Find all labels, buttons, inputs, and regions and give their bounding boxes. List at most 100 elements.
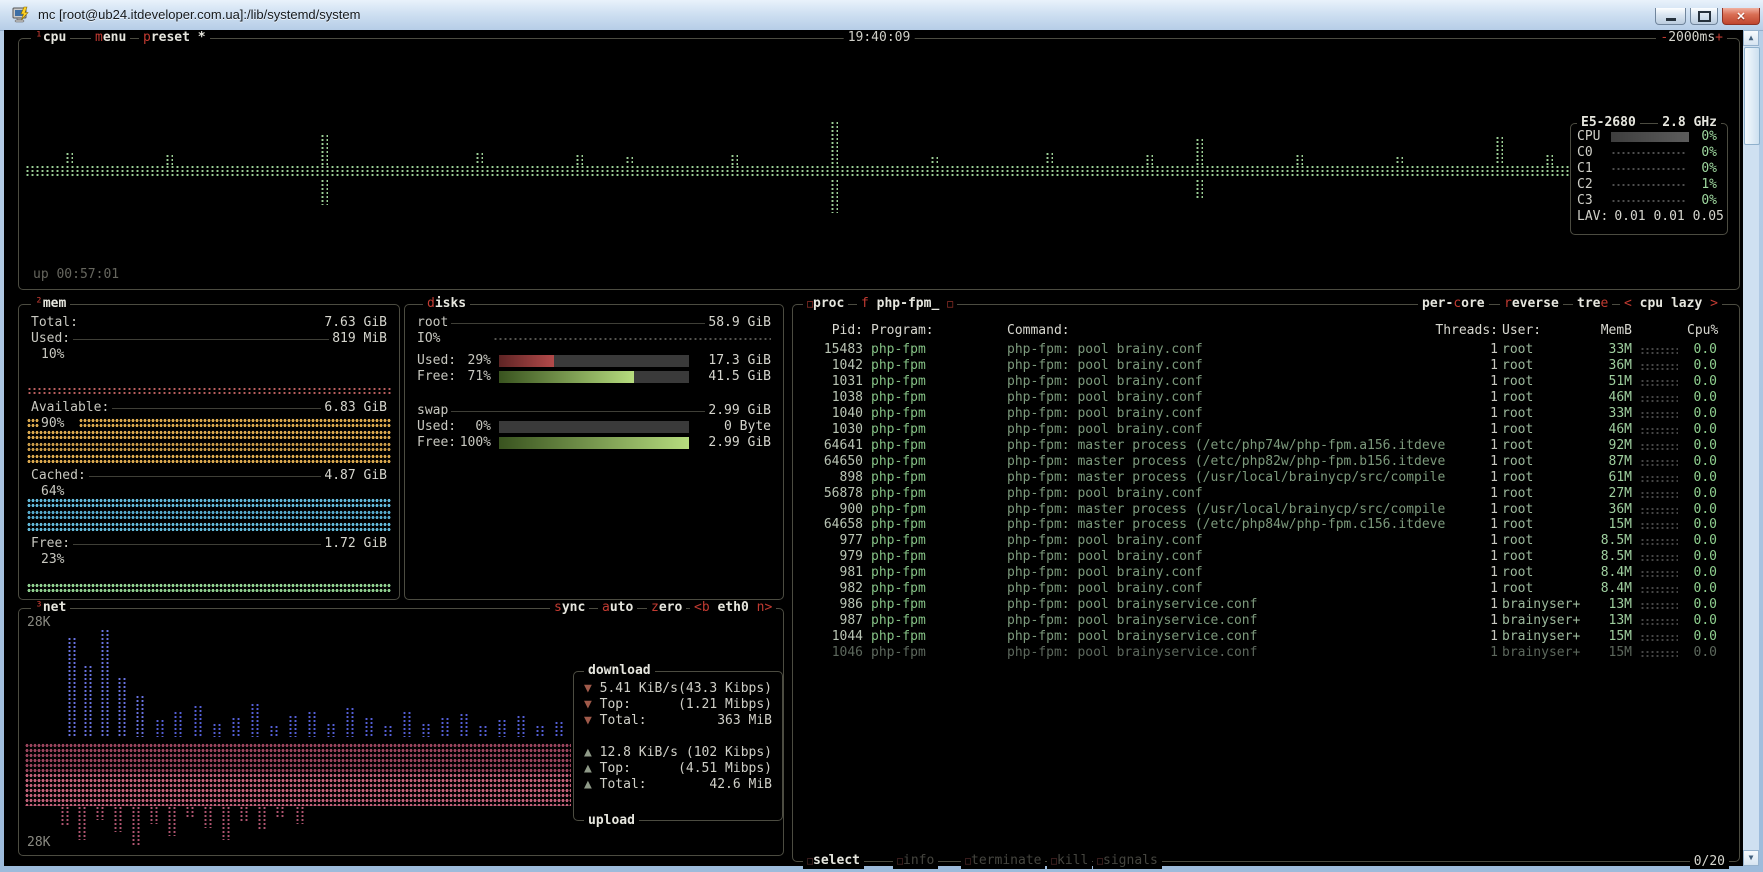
program-cell: php-fpm bbox=[871, 390, 926, 406]
process-row[interactable]: 1031php-fpmphp-fpm: pool brainy.conf1roo… bbox=[793, 374, 1739, 390]
disk-root-io-label: IO% bbox=[417, 331, 459, 347]
per-core-button[interactable]: per-core bbox=[1418, 296, 1489, 311]
interface-next-button[interactable]: n> bbox=[757, 600, 773, 615]
threads-cell: 1 bbox=[1432, 645, 1498, 661]
process-row[interactable]: 987php-fpmphp-fpm: pool brainyservice.co… bbox=[793, 613, 1739, 629]
threads-cell: 1 bbox=[1432, 629, 1498, 645]
upload-speed-row: ▲ 12.8 KiB/s(102 Kibps) bbox=[574, 745, 782, 761]
user-cell: root bbox=[1502, 438, 1533, 454]
filter-clear-icon[interactable]: □ bbox=[947, 299, 953, 310]
process-filter[interactable]: f php-fpm_ □ bbox=[857, 296, 957, 312]
process-row[interactable]: 981php-fpmphp-fpm: pool brainy.conf1root… bbox=[793, 565, 1739, 581]
net-interface-switcher[interactable]: <b eth0 n> bbox=[690, 600, 776, 615]
interval-increase-button[interactable]: + bbox=[1715, 30, 1723, 45]
cpu-mini-graph bbox=[1640, 570, 1678, 577]
net-zero-button[interactable]: zero bbox=[647, 600, 686, 615]
column-command: Command: bbox=[1007, 323, 1070, 339]
program-cell: php-fpm bbox=[871, 438, 926, 454]
cpu-cell: 0.0 bbox=[1687, 470, 1717, 486]
process-row[interactable]: 986php-fpmphp-fpm: pool brainyservice.co… bbox=[793, 597, 1739, 613]
close-button[interactable]: ✕ bbox=[1722, 8, 1760, 25]
process-row[interactable]: 898php-fpmphp-fpm: master process (/usr/… bbox=[793, 470, 1739, 486]
cpu-mini-graph bbox=[1640, 443, 1678, 450]
cpu-cell: 0.0 bbox=[1687, 629, 1717, 645]
tree-button[interactable]: tree bbox=[1573, 296, 1612, 311]
cpu-cell: 0.0 bbox=[1687, 533, 1717, 549]
process-row[interactable]: 1038php-fpmphp-fpm: pool brainy.conf1roo… bbox=[793, 390, 1739, 406]
disk-root-io-graph bbox=[493, 337, 771, 342]
select-button[interactable]: □select bbox=[803, 853, 864, 869]
preset-button[interactable]: preset * bbox=[139, 30, 210, 45]
info-button[interactable]: □info bbox=[893, 853, 938, 869]
process-row[interactable]: 1044php-fpmphp-fpm: pool brainyservice.c… bbox=[793, 629, 1739, 645]
mem-cell: 46M bbox=[1565, 422, 1632, 438]
kill-button[interactable]: □kill bbox=[1047, 853, 1092, 869]
process-row[interactable]: 1042php-fpmphp-fpm: pool brainy.conf1roo… bbox=[793, 358, 1739, 374]
process-row[interactable]: 64641php-fpmphp-fpm: master process (/et… bbox=[793, 438, 1739, 454]
signals-button[interactable]: □signals bbox=[1093, 853, 1162, 869]
program-cell: php-fpm bbox=[871, 629, 926, 645]
pid-cell: 1031 bbox=[801, 374, 863, 390]
process-row[interactable]: 64650php-fpmphp-fpm: master process (/et… bbox=[793, 454, 1739, 470]
process-row[interactable]: 64658php-fpmphp-fpm: master process (/et… bbox=[793, 517, 1739, 533]
threads-cell: 1 bbox=[1432, 454, 1498, 470]
mem-free-label: Free: bbox=[31, 536, 70, 552]
sort-selector[interactable]: < cpu lazy > bbox=[1620, 296, 1722, 311]
net-sync-button[interactable]: sync bbox=[550, 600, 589, 615]
program-cell: php-fpm bbox=[871, 613, 926, 629]
scrollbar-thumb[interactable] bbox=[1744, 47, 1760, 145]
command-cell: php-fpm: pool brainy.conf bbox=[1007, 406, 1203, 422]
cpu-mini-graph bbox=[1640, 602, 1678, 609]
mem-used-label: Used: bbox=[31, 331, 70, 347]
sort-prev-button[interactable]: < bbox=[1624, 296, 1632, 311]
window-titlebar[interactable]: mc [root@ub24.itdeveloper.com.ua]:/lib/s… bbox=[0, 0, 1763, 31]
process-row[interactable]: 1046php-fpmphp-fpm: pool brainyservice.c… bbox=[793, 645, 1739, 661]
process-row[interactable]: 1040php-fpmphp-fpm: pool brainy.conf1roo… bbox=[793, 406, 1739, 422]
disks-box: disks root58.9 GiB IO% Used:29% 17.3 GiB… bbox=[404, 304, 784, 600]
command-cell: php-fpm: master process (/etc/php82w/php… bbox=[1007, 454, 1445, 470]
terminate-button[interactable]: □terminate bbox=[961, 853, 1045, 869]
network-box: ³net sync auto zero <b eth0 n> 28K 28K d… bbox=[18, 608, 784, 856]
process-box: □proc f php-fpm_ □ per-core reverse tree… bbox=[792, 304, 1740, 862]
command-cell: php-fpm: master process (/etc/php84w/php… bbox=[1007, 517, 1445, 533]
scroll-down-icon[interactable]: ▼ bbox=[1743, 850, 1759, 866]
program-cell: php-fpm bbox=[871, 502, 926, 518]
user-cell: root bbox=[1502, 470, 1533, 486]
cpu-mini-graph bbox=[1640, 475, 1678, 482]
process-row[interactable]: 1030php-fpmphp-fpm: pool brainy.conf1roo… bbox=[793, 422, 1739, 438]
process-row[interactable]: 15483php-fpmphp-fpm: pool brainy.conf1ro… bbox=[793, 342, 1739, 358]
threads-cell: 1 bbox=[1432, 533, 1498, 549]
cpu-mini-graph bbox=[1640, 411, 1678, 418]
process-row[interactable]: 979php-fpmphp-fpm: pool brainy.conf1root… bbox=[793, 549, 1739, 565]
scrollbar[interactable]: ▲ ▼ bbox=[1743, 30, 1759, 866]
minimize-button[interactable] bbox=[1655, 8, 1686, 25]
memory-box: ²mem Total:7.63 GiB Used:819 MiB 10% Ava… bbox=[18, 304, 400, 600]
cpu-core-row: C10% bbox=[1571, 161, 1727, 177]
scroll-up-icon[interactable]: ▲ bbox=[1743, 30, 1759, 46]
command-cell: php-fpm: pool brainy.conf bbox=[1007, 581, 1203, 597]
process-row[interactable]: 982php-fpmphp-fpm: pool brainy.conf1root… bbox=[793, 581, 1739, 597]
menu-button[interactable]: menu bbox=[91, 30, 130, 45]
cpu-cell: 0.0 bbox=[1687, 422, 1717, 438]
minimize-icon bbox=[1666, 18, 1676, 21]
cpu-cell: 0.0 bbox=[1687, 645, 1717, 661]
threads-cell: 1 bbox=[1432, 502, 1498, 518]
threads-cell: 1 bbox=[1432, 565, 1498, 581]
user-cell: root bbox=[1502, 358, 1533, 374]
process-row[interactable]: 900php-fpmphp-fpm: master process (/usr/… bbox=[793, 502, 1739, 518]
user-cell: root bbox=[1502, 486, 1533, 502]
process-row[interactable]: 977php-fpmphp-fpm: pool brainy.conf1root… bbox=[793, 533, 1739, 549]
reverse-button[interactable]: reverse bbox=[1500, 296, 1563, 311]
mem-cell: 36M bbox=[1565, 502, 1632, 518]
net-auto-button[interactable]: auto bbox=[598, 600, 637, 615]
threads-cell: 1 bbox=[1432, 342, 1498, 358]
disk-swap-free-value: 2.99 GiB bbox=[693, 435, 771, 451]
sort-next-button[interactable]: > bbox=[1710, 296, 1718, 311]
cpu-box-title: ¹cpu bbox=[31, 30, 70, 45]
program-cell: php-fpm bbox=[871, 406, 926, 422]
interface-prev-button[interactable]: <b bbox=[694, 600, 710, 615]
process-row[interactable]: 56878php-fpmphp-fpm: pool brainy.conf1ro… bbox=[793, 486, 1739, 502]
maximize-button[interactable] bbox=[1690, 8, 1718, 25]
user-cell: root bbox=[1502, 581, 1533, 597]
cpu-mini-graph bbox=[1640, 522, 1678, 529]
